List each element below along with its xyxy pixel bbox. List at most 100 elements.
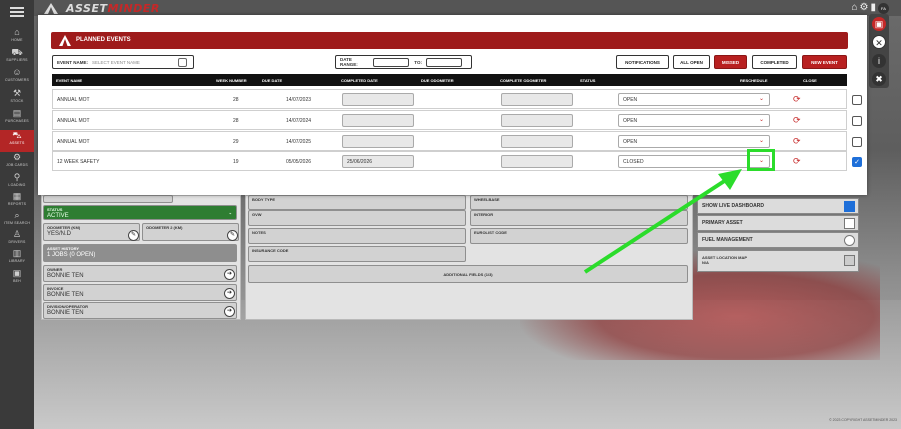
sidebar-item-assets[interactable]: ⛍ ASSETS bbox=[0, 130, 34, 152]
date-range-filter: DATE RANGE: TO: bbox=[335, 55, 472, 69]
completed-date-input[interactable] bbox=[342, 114, 414, 127]
home-icon[interactable]: ⌂ bbox=[851, 2, 857, 13]
drivers-icon: ♙ bbox=[12, 229, 22, 239]
table-row: 12 WEEK SAFETY 19 05/05/2026 25/06/2026 CLOS… bbox=[52, 151, 862, 171]
status-select[interactable]: OPEN ⌄ bbox=[618, 114, 770, 127]
event-name-cell: 12 WEEK SAFETY bbox=[57, 159, 100, 165]
col-week-number: WEEK NUMBER bbox=[216, 78, 247, 83]
warning-triangle-icon bbox=[59, 35, 71, 46]
gvw-field[interactable]: GVW bbox=[248, 210, 466, 226]
sidebar-item-label: DRIVERS bbox=[8, 240, 26, 244]
completed-date-input[interactable]: 25/06/2026 bbox=[342, 155, 414, 168]
chevron-down-icon: ⌄ bbox=[758, 96, 764, 102]
sidebar-item-stock[interactable]: ⚒ STOCK bbox=[0, 88, 34, 110]
sidebar-item-customers[interactable]: ☺ CUSTOMERS bbox=[0, 67, 34, 89]
complete-odometer-input[interactable] bbox=[501, 155, 573, 168]
complete-odometer-input[interactable] bbox=[501, 114, 573, 127]
info-icon[interactable]: i bbox=[872, 54, 886, 68]
reschedule-icon[interactable]: ⟳ bbox=[793, 115, 801, 126]
reschedule-icon[interactable]: ⟳ bbox=[793, 94, 801, 105]
show-live-dashboard-toggle[interactable]: SHOW LIVE DASHBOARD bbox=[697, 198, 859, 214]
sidebar-item-label: JOB CARDS bbox=[6, 163, 28, 167]
sidebar-item-label: LOADING bbox=[8, 183, 26, 187]
sidebar-item-home[interactable]: ⌂ HOME bbox=[0, 27, 34, 49]
logo-icon bbox=[44, 3, 58, 14]
date-from-input[interactable] bbox=[373, 57, 410, 67]
sidebar-item-suppliers[interactable]: ⛟ SUPPLIERS bbox=[0, 47, 34, 69]
table-row: ANNUAL MOT 28 14/07/2024 OPEN ⌄ ⟳ bbox=[52, 110, 862, 130]
registration-field[interactable] bbox=[43, 195, 173, 203]
col-due-odometer: DUE ODOMETER bbox=[421, 78, 454, 83]
owner-field[interactable]: OWNER BONNIE TEN bbox=[43, 265, 237, 282]
avatar[interactable]: FA bbox=[878, 3, 889, 14]
completed-button[interactable]: COMPLETED bbox=[752, 55, 797, 69]
col-status: STATUS bbox=[580, 78, 596, 83]
status-value: OPEN bbox=[623, 118, 638, 124]
tools-icon[interactable]: ✖ bbox=[872, 72, 886, 86]
asset-location-map[interactable]: ASSET LOCATION MAP N/A bbox=[697, 250, 859, 272]
notifications-button[interactable]: NOTIFICATIONS bbox=[616, 55, 669, 69]
hamburger-menu-icon[interactable] bbox=[10, 7, 24, 17]
missed-button[interactable]: MISSED bbox=[714, 55, 747, 69]
edit-odometer2-icon[interactable]: ✎ bbox=[227, 230, 238, 241]
invoice-field[interactable]: INVOICE BONNIE TEN bbox=[43, 284, 237, 301]
close-checkbox[interactable] bbox=[852, 137, 862, 147]
additional-fields-button[interactable]: ADDITIONAL FIELDS (1/3) bbox=[248, 265, 688, 283]
complete-odometer-input[interactable] bbox=[501, 93, 573, 106]
event-name-filter[interactable]: EVENT NAME: SELECT EVENT NAME bbox=[52, 55, 194, 69]
fuel-management-button[interactable]: FUEL MANAGEMENT bbox=[697, 232, 859, 248]
status-value: OPEN bbox=[623, 97, 638, 103]
sidebar-item-job-cards[interactable]: ⚙ JOB CARDS bbox=[0, 152, 34, 174]
status-field[interactable]: STATUS ACTIVE ⌄ bbox=[43, 205, 237, 220]
table-row: ANNUAL MOT 29 14/07/2025 OPEN ⌄ ⟳ bbox=[52, 131, 862, 151]
interior-field[interactable]: INTERIOR bbox=[470, 210, 688, 226]
invoice-arrow-icon[interactable]: ➔ bbox=[224, 288, 235, 299]
reschedule-icon[interactable]: ⟳ bbox=[793, 156, 801, 167]
suppliers-icon: ⛟ bbox=[11, 47, 23, 57]
sidebar: ⌂ HOME ⛟ SUPPLIERS ☺ CUSTOMERS ⚒ STOCK ▤ PURCHASE… bbox=[0, 0, 34, 429]
event-name-checkbox[interactable] bbox=[178, 58, 187, 67]
odometer-field[interactable]: ODOMETER (KM) YES/N.D bbox=[43, 223, 140, 241]
odometer2-field[interactable]: ODOMETER 2 (KM) bbox=[142, 223, 239, 241]
sidebar-item-label: LIBRARY bbox=[8, 259, 26, 263]
owner-arrow-icon[interactable]: ➔ bbox=[224, 269, 235, 280]
close-checkbox[interactable]: ✓ bbox=[852, 157, 862, 167]
date-to-input[interactable] bbox=[425, 57, 462, 67]
close-icon[interactable]: ✕ bbox=[872, 35, 886, 49]
eurolist-code-field[interactable]: EUROLIST CODE bbox=[470, 228, 688, 244]
wheelbase-field[interactable]: WHEELBASE bbox=[470, 195, 688, 210]
all-open-button[interactable]: ALL OPEN bbox=[673, 55, 710, 69]
chevron-down-icon: ⌄ bbox=[758, 138, 764, 144]
chevron-down-icon: ⌄ bbox=[758, 117, 764, 123]
close-checkbox[interactable] bbox=[852, 95, 862, 105]
chevron-down-icon: ⌄ bbox=[228, 210, 232, 215]
insurance-code-field[interactable]: INSURANCE CODE bbox=[248, 246, 466, 262]
body-type-field[interactable]: BODY TYPE bbox=[248, 195, 466, 210]
edit-odometer-icon[interactable]: ✎ bbox=[128, 230, 139, 241]
status-value: OPEN bbox=[623, 139, 638, 145]
sidebar-item-library[interactable]: ▥ LIBRARY bbox=[0, 248, 34, 270]
completed-date-input[interactable] bbox=[342, 93, 414, 106]
primary-asset-toggle[interactable]: PRIMARY ASSET bbox=[697, 215, 859, 231]
division-field[interactable]: DIVISION/OPERATOR BONNIE TEN bbox=[43, 302, 237, 319]
complete-odometer-input[interactable] bbox=[501, 135, 573, 148]
sidebar-item-label: STOCK bbox=[10, 99, 24, 103]
status-select[interactable]: OPEN ⌄ bbox=[618, 93, 770, 106]
search-icon: ⌕ bbox=[14, 210, 20, 220]
close-checkbox[interactable] bbox=[852, 116, 862, 126]
sidebar-item-purchases[interactable]: ▤ PURCHASES bbox=[0, 108, 34, 130]
sidebar-item-beh[interactable]: ▣ BEH bbox=[0, 268, 34, 290]
settings-icon[interactable]: ⚙ bbox=[860, 2, 869, 13]
notification-icon[interactable]: ▮ bbox=[870, 2, 876, 13]
col-complete-odometer: COMPLETE ODOMETER bbox=[500, 78, 547, 83]
status-select[interactable]: OPEN ⌄ bbox=[618, 135, 770, 148]
division-arrow-icon[interactable]: ➔ bbox=[224, 306, 235, 317]
new-event-button[interactable]: NEW EVENT bbox=[802, 55, 847, 69]
save-icon[interactable]: ▣ bbox=[872, 17, 886, 31]
sidebar-item-label: REPORTS bbox=[7, 202, 27, 206]
completed-date-input[interactable] bbox=[342, 135, 414, 148]
notes-field[interactable]: NOTES bbox=[248, 228, 466, 244]
week-number-cell: 28 bbox=[233, 118, 239, 124]
reschedule-icon[interactable]: ⟳ bbox=[793, 136, 801, 147]
asset-history-field[interactable]: ASSET HISTORY 1 JOBS (0 OPEN) bbox=[43, 244, 237, 262]
